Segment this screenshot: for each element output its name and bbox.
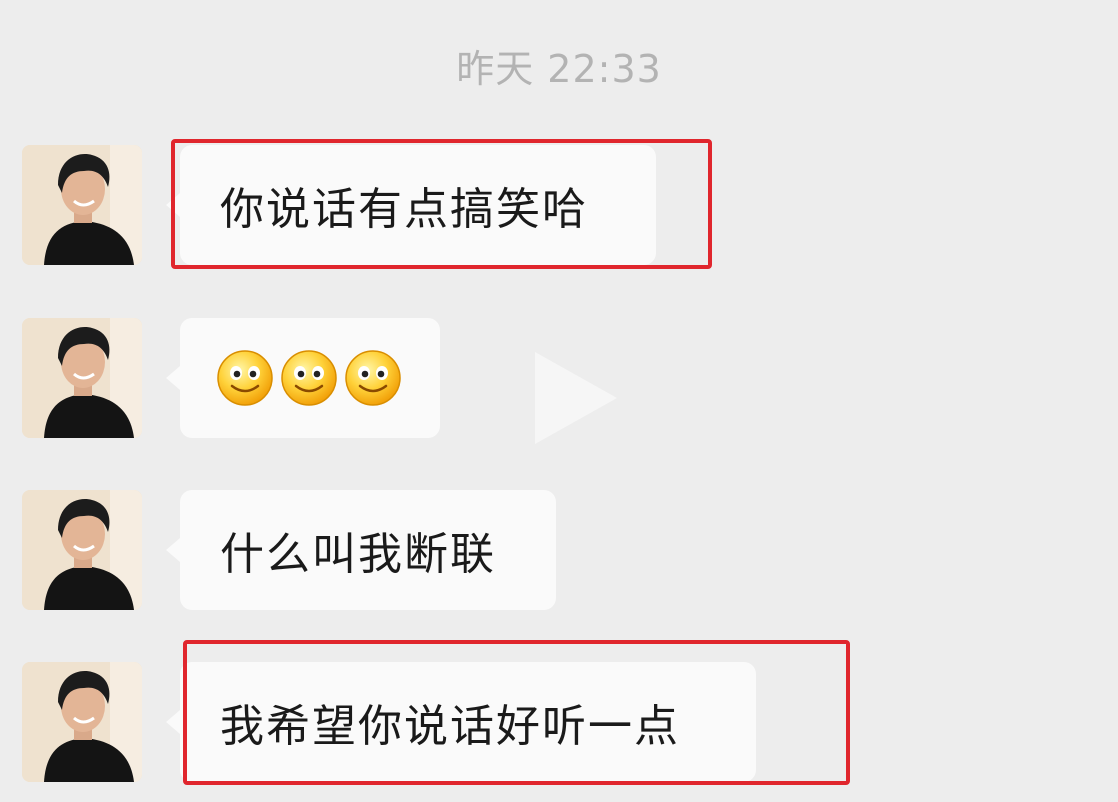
message-bubble[interactable]: 你说话有点搞笑哈 bbox=[166, 145, 656, 265]
message-text: 什么叫我断联 bbox=[220, 529, 496, 580]
avatar-image bbox=[22, 318, 142, 438]
smile-emoji-icon bbox=[217, 350, 273, 406]
message-bubble[interactable]: 什么叫我断联 bbox=[166, 490, 556, 610]
avatar[interactable] bbox=[22, 318, 142, 438]
avatar[interactable] bbox=[22, 662, 142, 782]
avatar-image bbox=[22, 490, 142, 610]
avatar[interactable] bbox=[22, 145, 142, 265]
chat-view: 昨天 22:33 你说话有点搞笑哈 什么叫我断联 我希望你说话好听一点 bbox=[0, 0, 1118, 802]
message-text: 你说话有点搞笑哈 bbox=[220, 184, 588, 235]
avatar[interactable] bbox=[22, 490, 142, 610]
message-bubble[interactable]: 我希望你说话好听一点 bbox=[166, 662, 756, 782]
avatar-image bbox=[22, 145, 142, 265]
emoji-group bbox=[216, 349, 402, 407]
message-timestamp: 昨天 22:33 bbox=[456, 47, 662, 91]
avatar-image bbox=[22, 662, 142, 782]
message-text: 我希望你说话好听一点 bbox=[220, 701, 680, 752]
message-bubble[interactable] bbox=[166, 318, 440, 438]
smile-emoji-icon bbox=[345, 350, 401, 406]
smile-emoji-icon bbox=[281, 350, 337, 406]
play-overlay-icon bbox=[535, 352, 617, 444]
